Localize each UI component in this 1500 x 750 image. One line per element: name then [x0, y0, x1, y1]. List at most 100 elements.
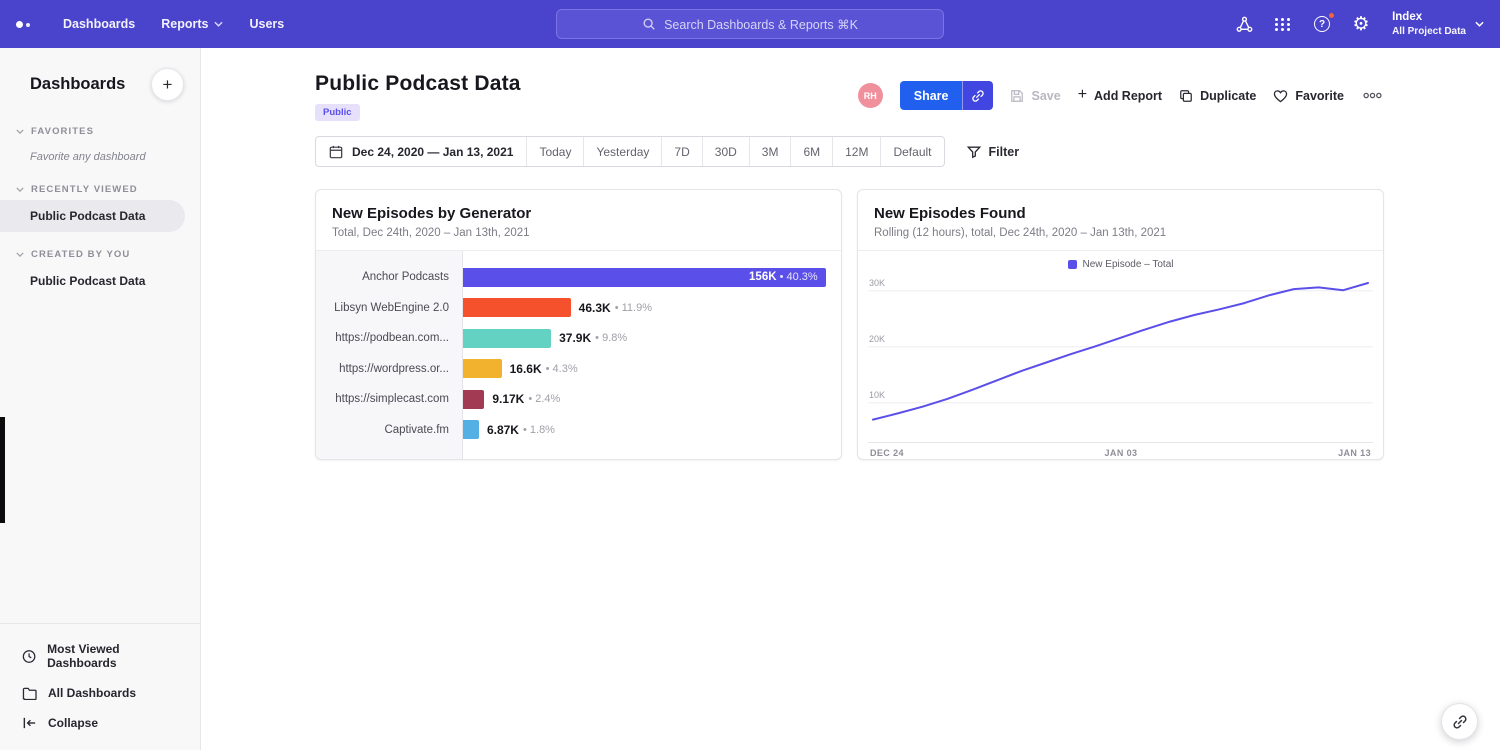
- screen-edge-artifact: [0, 417, 5, 523]
- legend[interactable]: New Episode – Total: [868, 254, 1373, 274]
- section-header-recent[interactable]: RECENTLY VIEWED: [0, 179, 200, 200]
- sidebar-section-favorites: FAVORITES Favorite any dashboard: [0, 121, 200, 167]
- more-icon: [1363, 92, 1382, 99]
- filter-button[interactable]: Filter: [967, 145, 1020, 159]
- line-card-title: New Episodes Found: [874, 205, 1367, 222]
- bar-segment[interactable]: [463, 420, 479, 439]
- clock-icon: [22, 649, 36, 664]
- report-cards: New Episodes by Generator Total, Dec 24t…: [315, 189, 1384, 460]
- save-button[interactable]: Save: [1010, 89, 1060, 103]
- gear-icon[interactable]: ⚙: [1351, 14, 1371, 34]
- preset-12m[interactable]: 12M: [832, 137, 880, 166]
- preset-today[interactable]: Today: [526, 137, 583, 166]
- bar-row: Libsyn WebEngine 2.046.3K• 11.9%: [316, 293, 841, 324]
- nav-dashboards[interactable]: Dashboards: [50, 0, 148, 48]
- bar-value-label: 6.87K: [487, 423, 519, 437]
- x-axis-labels: DEC 24 JAN 03 JAN 13: [868, 442, 1373, 458]
- bar-row: https://podbean.com...37.9K• 9.8%: [316, 323, 841, 354]
- bar-segment[interactable]: [463, 329, 551, 348]
- favorite-button[interactable]: Favorite: [1273, 89, 1344, 103]
- bar-pct-label: • 9.8%: [595, 332, 627, 344]
- title-block: Public Podcast Data Public: [315, 72, 521, 121]
- add-report-button[interactable]: + Add Report: [1078, 89, 1162, 103]
- duplicate-button[interactable]: Duplicate: [1179, 89, 1256, 103]
- avatar[interactable]: RH: [858, 83, 883, 108]
- preset-3m[interactable]: 3M: [749, 137, 791, 166]
- preset-default[interactable]: Default: [880, 137, 943, 166]
- nav-right: ? ⚙ Index All Project Data: [1234, 10, 1484, 38]
- nav-users[interactable]: Users: [236, 0, 297, 48]
- bar-card-header[interactable]: New Episodes by Generator Total, Dec 24t…: [316, 190, 841, 251]
- section-header-favorites[interactable]: FAVORITES: [0, 121, 200, 142]
- logo-dot: [26, 23, 30, 27]
- sidebar-section-recent: RECENTLY VIEWED Public Podcast Data: [0, 179, 200, 232]
- share-button[interactable]: Share: [900, 81, 963, 110]
- data-sources-icon[interactable]: [1234, 14, 1254, 34]
- bar-card-subtitle: Total, Dec 24th, 2020 – Jan 13th, 2021: [332, 227, 825, 239]
- most-viewed-dashboards-button[interactable]: Most Viewed Dashboards: [0, 634, 200, 678]
- section-header-created[interactable]: CREATED BY YOU: [0, 244, 200, 265]
- line-plot[interactable]: 10K20K30K: [868, 274, 1373, 442]
- preset-30d[interactable]: 30D: [702, 137, 749, 166]
- sidebar-item-public-podcast-data[interactable]: Public Podcast Data: [0, 200, 185, 232]
- share-link-button[interactable]: [962, 81, 993, 110]
- project-name: Index: [1392, 10, 1466, 25]
- visibility-badge: Public: [315, 104, 360, 121]
- page-title: Public Podcast Data: [315, 72, 521, 96]
- line-chart-card: New Episodes Found Rolling (12 hours), t…: [857, 189, 1384, 460]
- bar-value-label: 16.6K: [510, 362, 542, 376]
- nav-reports[interactable]: Reports: [148, 0, 236, 48]
- svg-text:10K: 10K: [869, 390, 885, 400]
- line-card-header[interactable]: New Episodes Found Rolling (12 hours), t…: [858, 190, 1383, 251]
- copy-link-floating-button[interactable]: [1441, 703, 1478, 740]
- bar-pct-label: • 1.8%: [523, 424, 555, 436]
- svg-text:30K: 30K: [869, 278, 885, 288]
- chevron-down-icon: [1475, 21, 1484, 27]
- search-icon: [642, 17, 656, 31]
- bar-category-label: https://simplecast.com: [316, 393, 463, 405]
- date-range-group: Dec 24, 2020 — Jan 13, 2021 Today Yester…: [315, 136, 945, 167]
- notification-badge: [1328, 12, 1335, 19]
- legend-swatch: [1068, 260, 1077, 269]
- save-icon: [1010, 89, 1024, 103]
- line-card-subtitle: Rolling (12 hours), total, Dec 24th, 202…: [874, 227, 1367, 239]
- collapse-sidebar-button[interactable]: Collapse: [0, 708, 200, 738]
- new-dashboard-button[interactable]: +: [151, 68, 184, 101]
- nav-reports-label: Reports: [161, 17, 208, 31]
- preset-7d[interactable]: 7D: [661, 137, 701, 166]
- bar-chart-card: New Episodes by Generator Total, Dec 24t…: [315, 189, 842, 460]
- more-options-button[interactable]: [1361, 88, 1384, 103]
- sidebar-item-public-podcast-data-created[interactable]: Public Podcast Data: [0, 265, 200, 297]
- sidebar: Dashboards + FAVORITES Favorite any dash…: [0, 48, 201, 750]
- nav-dashboards-label: Dashboards: [63, 17, 135, 31]
- filter-icon: [967, 145, 981, 159]
- sidebar-header: Dashboards +: [0, 48, 200, 109]
- search-input[interactable]: Search Dashboards & Reports ⌘K: [556, 9, 944, 39]
- chevron-down-icon: [214, 21, 223, 27]
- bar-track: 6.87K • 1.8%: [463, 420, 841, 439]
- sidebar-title: Dashboards: [30, 75, 125, 94]
- chevron-down-icon: [16, 252, 24, 257]
- apps-grid-icon[interactable]: [1273, 14, 1293, 34]
- bar-category-label: https://podbean.com...: [316, 332, 463, 344]
- bar-track: 156K • 40.3%: [463, 268, 841, 287]
- bar-segment[interactable]: 156K • 40.3%: [463, 268, 826, 287]
- all-dashboards-button[interactable]: All Dashboards: [0, 678, 200, 708]
- bar-value-label: 46.3K: [579, 301, 611, 315]
- help-icon[interactable]: ?: [1312, 14, 1332, 34]
- date-range-picker[interactable]: Dec 24, 2020 — Jan 13, 2021: [316, 137, 526, 166]
- bar-category-label: Anchor Podcasts: [316, 271, 463, 283]
- preset-6m[interactable]: 6M: [790, 137, 832, 166]
- bar-pct-label: • 2.4%: [528, 393, 560, 405]
- bar-segment[interactable]: [463, 390, 484, 409]
- share-button-group: Share: [900, 81, 994, 110]
- nav-search-wrapper: Search Dashboards & Reports ⌘K: [556, 9, 944, 39]
- nav-users-label: Users: [249, 17, 284, 31]
- x-tick: JAN 13: [1338, 448, 1371, 458]
- preset-yesterday[interactable]: Yesterday: [583, 137, 661, 166]
- project-switcher[interactable]: Index All Project Data: [1392, 10, 1484, 38]
- sidebar-section-created: CREATED BY YOU Public Podcast Data: [0, 244, 200, 297]
- app-logo-icon[interactable]: [16, 21, 30, 28]
- bar-segment[interactable]: [463, 298, 571, 317]
- bar-segment[interactable]: [463, 359, 502, 378]
